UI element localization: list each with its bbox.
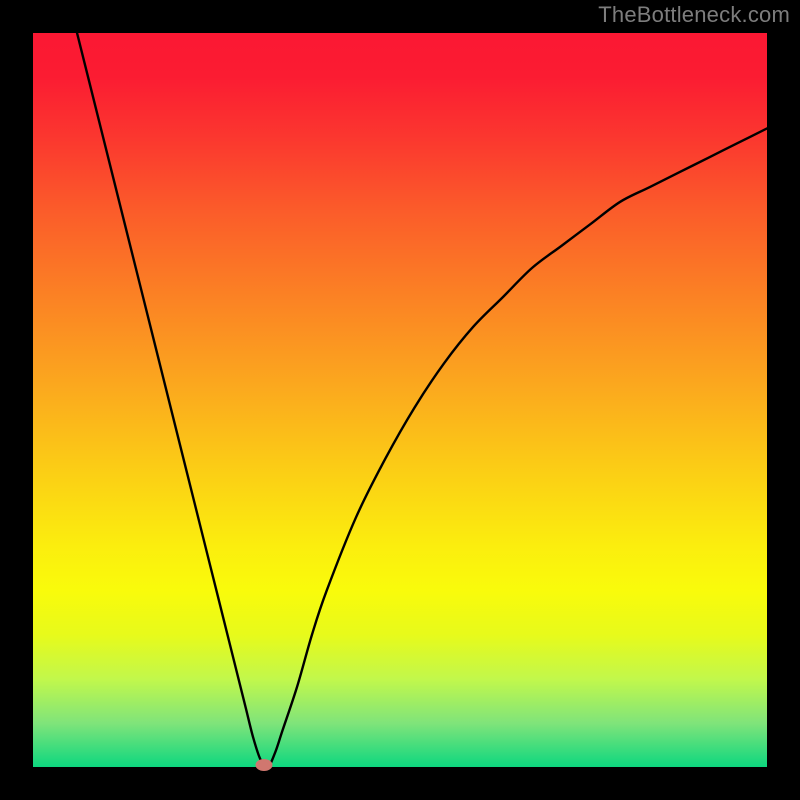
optimal-marker [256, 759, 273, 771]
watermark-text: TheBottleneck.com [598, 2, 790, 28]
plot-area [33, 33, 767, 767]
bottleneck-curve [33, 33, 767, 767]
chart-frame: TheBottleneck.com [0, 0, 800, 800]
curve-path [77, 33, 767, 767]
